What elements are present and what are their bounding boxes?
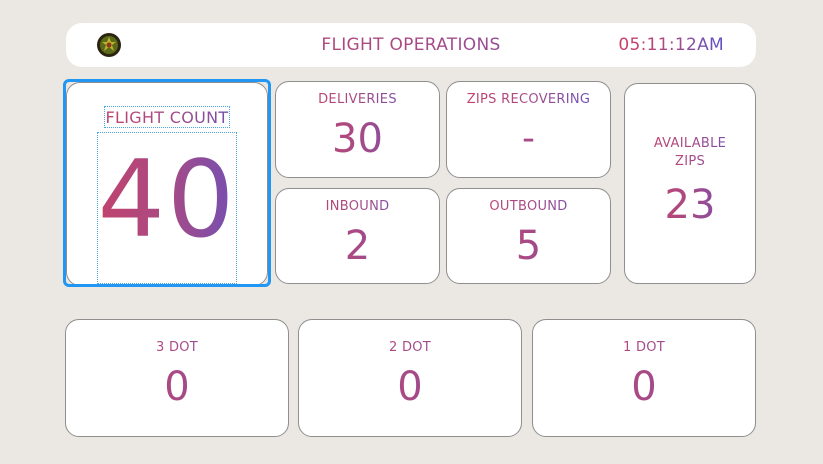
deliveries-card[interactable]: DELIVERIES 30 xyxy=(275,81,440,178)
three-dot-value: 0 xyxy=(66,364,288,410)
flight-count-label: FLIGHT COUNT xyxy=(66,108,268,127)
two-dot-card[interactable]: 2 DOT 0 xyxy=(298,319,522,437)
flight-count-value: 40 xyxy=(66,140,268,260)
deliveries-label: DELIVERIES xyxy=(276,92,439,107)
two-dot-value: 0 xyxy=(299,364,521,410)
one-dot-card[interactable]: 1 DOT 0 xyxy=(532,319,756,437)
outbound-value: 5 xyxy=(447,223,610,269)
inbound-value: 2 xyxy=(276,223,439,269)
clock-time: 05:11:12AM xyxy=(618,35,724,55)
available-zips-card[interactable]: AVAILABLE ZIPS 23 xyxy=(624,83,756,284)
available-zips-label-line2: ZIPS xyxy=(625,154,755,169)
three-dot-label: 3 DOT xyxy=(66,340,288,355)
zips-recovering-label: ZIPS RECOVERING xyxy=(447,92,610,107)
one-dot-value: 0 xyxy=(533,364,755,410)
zips-recovering-value: - xyxy=(447,118,610,159)
inbound-card[interactable]: INBOUND 2 xyxy=(275,188,440,284)
outbound-label: OUTBOUND xyxy=(447,199,610,214)
one-dot-label: 1 DOT xyxy=(533,340,755,355)
available-zips-label-line1: AVAILABLE xyxy=(625,136,755,151)
zips-recovering-card[interactable]: ZIPS RECOVERING - xyxy=(446,81,611,178)
deliveries-value: 30 xyxy=(276,116,439,162)
header-bar: FLIGHT OPERATIONS 05:11:12AM xyxy=(66,23,756,67)
three-dot-card[interactable]: 3 DOT 0 xyxy=(65,319,289,437)
inbound-label: INBOUND xyxy=(276,199,439,214)
two-dot-label: 2 DOT xyxy=(299,340,521,355)
outbound-card[interactable]: OUTBOUND 5 xyxy=(446,188,611,284)
available-zips-value: 23 xyxy=(625,182,755,228)
